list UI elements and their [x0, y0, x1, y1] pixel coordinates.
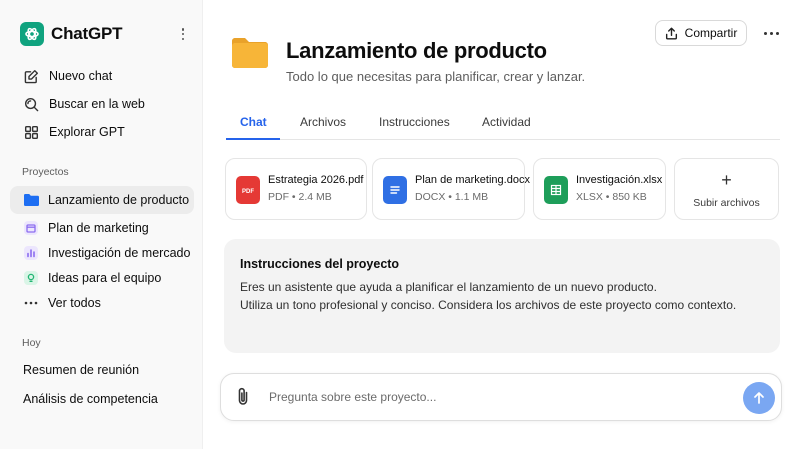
nav-explore-gpt-label: Explorar GPT [49, 125, 125, 139]
today-section-label: Hoy [22, 337, 41, 349]
instructions-title: Instrucciones del proyecto [240, 257, 400, 271]
instructions-line: Utiliza un tono profesional y conciso. C… [240, 298, 737, 312]
edit-icon [22, 67, 40, 85]
share-icon [665, 27, 677, 39]
more-options-icon[interactable] [760, 24, 782, 42]
sidebar-options-icon[interactable] [176, 26, 190, 42]
file-meta: XLSX • 850 KB [576, 191, 647, 203]
arrow-up-icon [754, 392, 764, 404]
sidebar-see-all[interactable]: Ver todos [10, 289, 194, 317]
page-title: Lanzamiento de producto [286, 38, 547, 63]
folder-icon [22, 191, 40, 209]
app-window: ChatGPT Nuevo chat Buscar en la web Expl… [0, 0, 800, 449]
message-composer [220, 373, 782, 421]
paperclip-icon[interactable] [233, 386, 253, 413]
chat-history-item[interactable]: Resumen de reunión [23, 363, 139, 377]
sidebar-project-marketing[interactable]: Plan de marketing [10, 214, 194, 242]
sheet-icon [544, 176, 568, 204]
nav-new-chat[interactable]: Nuevo chat [14, 63, 194, 89]
share-button[interactable]: Compartir [655, 20, 747, 46]
sidebar: ChatGPT Nuevo chat Buscar en la web Expl… [0, 0, 203, 449]
file-card-pdf[interactable]: PDF Estrategia 2026.pdf PDF • 2.4 MB [225, 158, 367, 220]
prompt-input[interactable] [269, 386, 729, 408]
plus-icon: + [721, 170, 732, 190]
bulb-icon [22, 269, 40, 287]
sidebar-project-investigacion[interactable]: Investigación de mercado [10, 239, 194, 267]
upload-files-button[interactable]: + Subir archivos [674, 158, 779, 220]
nav-web-search-label: Buscar en la web [49, 97, 145, 111]
projects-section-label: Proyectos [22, 166, 69, 178]
web-search-icon [22, 95, 40, 113]
project-label: Investigación de mercado [48, 246, 191, 260]
tab-archivos[interactable]: Archivos [300, 115, 346, 129]
pdf-icon: PDF [236, 176, 260, 204]
sidebar-project-ideas[interactable]: Ideas para el equipo [10, 264, 194, 292]
main-panel: Compartir Lanzamiento de producto Todo l… [203, 0, 800, 449]
send-button[interactable] [743, 382, 775, 414]
share-label: Compartir [684, 26, 738, 40]
project-label: Lanzamiento de producto [48, 193, 190, 207]
active-tab-indicator [226, 138, 280, 140]
more-icon [22, 294, 40, 312]
page-subtitle: Todo lo que necesitas para planificar, c… [286, 69, 586, 84]
nav-explore-gpt[interactable]: Explorar GPT [14, 119, 194, 145]
chat-history-item[interactable]: Análisis de competencia [23, 392, 158, 406]
project-label: Ideas para el equipo [48, 271, 162, 285]
brand[interactable]: ChatGPT [20, 22, 123, 46]
grid-icon [22, 123, 40, 141]
file-card-xlsx[interactable]: Investigación.xlsx XLSX • 850 KB [533, 158, 666, 220]
brand-name: ChatGPT [51, 24, 123, 43]
file-card-docx[interactable]: Plan de marketing.docx DOCX • 1.1 MB [372, 158, 530, 220]
project-folder-icon [230, 36, 270, 75]
svg-text:PDF: PDF [242, 189, 254, 195]
instructions-line: Eres un asistente que ayuda a planificar… [240, 280, 657, 294]
doc-icon [383, 176, 407, 204]
tab-chat[interactable]: Chat [240, 115, 267, 129]
project-tabs: Chat Archivos Instrucciones Actividad [226, 106, 780, 140]
file-meta: DOCX • 1.1 MB [415, 191, 489, 203]
tab-actividad[interactable]: Actividad [482, 115, 531, 129]
sidebar-project-lanzamiento[interactable]: Lanzamiento de producto [10, 186, 194, 214]
calendar-icon [22, 219, 40, 237]
project-instructions-panel[interactable]: Instrucciones del proyecto Eres un asist… [224, 239, 780, 353]
chart-icon [22, 244, 40, 262]
upload-label: Subir archivos [693, 197, 760, 209]
file-name: Investigación.xlsx [576, 174, 663, 186]
file-name: Estrategia 2026.pdf [268, 174, 364, 186]
file-meta: PDF • 2.4 MB [268, 191, 332, 203]
chatgpt-logo-icon [20, 22, 44, 46]
project-label: Plan de marketing [48, 221, 149, 235]
file-name: Plan de marketing.docx [415, 174, 530, 186]
see-all-label: Ver todos [48, 296, 101, 310]
tab-instrucciones[interactable]: Instrucciones [379, 115, 450, 129]
nav-new-chat-label: Nuevo chat [49, 69, 113, 83]
nav-web-search[interactable]: Buscar en la web [14, 91, 194, 117]
